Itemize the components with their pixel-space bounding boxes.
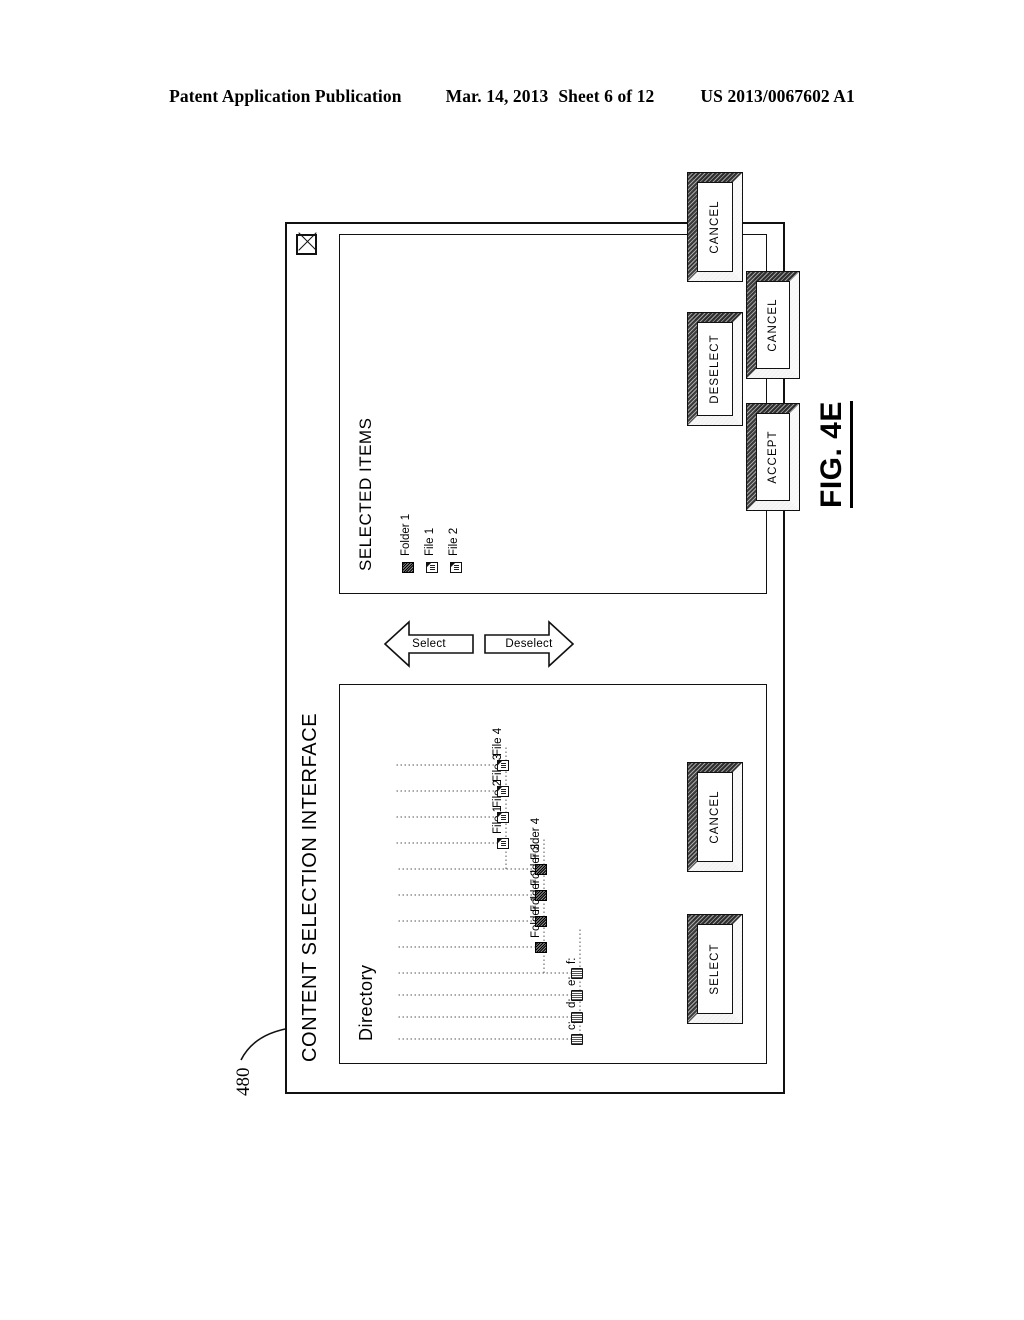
folder-icon	[402, 562, 414, 573]
file-icon	[497, 838, 509, 849]
selected-item-label: File 2	[448, 527, 460, 556]
drive-icon	[571, 1012, 583, 1023]
file-icon	[450, 562, 462, 573]
header-doc-number: US 2013/0067602 A1	[700, 86, 855, 106]
accept-button[interactable]: ACCEPT	[746, 401, 800, 513]
reference-numeral-480: 480	[233, 1067, 254, 1097]
directory-cancel-button[interactable]: CANCEL	[687, 761, 743, 873]
figure-drawing: 480 CONTENT SELECTION INTERFACE Director…	[219, 171, 859, 1106]
file-icon	[426, 562, 438, 573]
header-sheet: Sheet 6 of 12	[558, 86, 655, 106]
folder-icon	[535, 942, 547, 953]
tree-node[interactable]: e:	[566, 976, 584, 1001]
selected-item-label: File 1	[424, 527, 436, 556]
deselect-arrow[interactable]: Deselect	[483, 620, 575, 668]
selected-items-panel: SELECTED ITEMS Folder 1 File 1 File 2 DESE…	[339, 171, 767, 594]
file-icon	[497, 786, 509, 797]
tree-node[interactable]: File 2	[492, 780, 510, 823]
tree-node[interactable]: Folder 2	[530, 870, 548, 927]
tree-node[interactable]: Folder 1	[530, 896, 548, 953]
deselect-arrow-icon	[484, 620, 575, 668]
tree-node[interactable]: File 4	[492, 728, 510, 771]
main-cancel-button[interactable]: CANCEL	[746, 269, 800, 381]
window-title: CONTENT SELECTION INTERFACE	[299, 712, 321, 1062]
tree-node-label: File 4	[492, 727, 504, 756]
tree-node[interactable]: d:	[566, 998, 584, 1023]
tree-node[interactable]: f:	[566, 958, 584, 979]
header-publication: Patent Application Publication	[169, 86, 402, 106]
folder-icon	[535, 916, 547, 927]
folder-icon	[535, 890, 547, 901]
figure-label: FIG. 4E	[815, 401, 853, 508]
close-x-icon[interactable]	[296, 234, 317, 255]
deselect-button-label: DESELECT	[709, 334, 721, 404]
accept-button-label: ACCEPT	[767, 430, 779, 484]
header-date: Mar. 14, 2013	[445, 86, 549, 106]
select-arrow[interactable]: Select	[383, 620, 475, 668]
select-button[interactable]: SELECT	[687, 913, 743, 1025]
drive-icon	[571, 990, 583, 1001]
tree-connector-lines	[396, 747, 581, 1040]
selected-items-panel-title: SELECTED ITEMS	[356, 417, 375, 571]
selected-cancel-button[interactable]: CANCEL	[687, 171, 743, 283]
select-button-label: SELECT	[709, 943, 721, 995]
tree-node[interactable]: File 1	[492, 806, 510, 849]
tree-node[interactable]: Folder 3	[530, 844, 548, 901]
select-arrow-icon	[383, 620, 474, 668]
page-header: Patent Application Publication Mar. 14, 2…	[0, 86, 1024, 107]
file-icon	[497, 760, 509, 771]
tree-node-label: Folder 4	[530, 817, 542, 860]
tree-node[interactable]: c:	[566, 1021, 584, 1045]
directory-panel: Directory c: d: e: f: 3 Folder 4 File 1 …	[339, 684, 767, 1064]
tree-node[interactable]: Folder 4	[530, 818, 548, 875]
selected-item-label: Folder 1	[400, 513, 412, 556]
file-icon	[497, 812, 509, 823]
folder-icon	[535, 864, 547, 875]
selected-cancel-button-label: CANCEL	[709, 200, 721, 254]
directory-panel-title: Directory	[356, 964, 376, 1041]
deselect-button[interactable]: DESELECT	[687, 310, 743, 428]
content-selection-window: CONTENT SELECTION INTERFACE Directory c:…	[285, 171, 785, 1094]
main-cancel-button-label: CANCEL	[767, 298, 779, 352]
tree-node-label: f:	[566, 957, 578, 964]
tree-node[interactable]: File 3	[492, 754, 510, 797]
directory-cancel-button-label: CANCEL	[709, 790, 721, 844]
drive-icon	[571, 968, 583, 979]
drive-icon	[571, 1034, 583, 1045]
